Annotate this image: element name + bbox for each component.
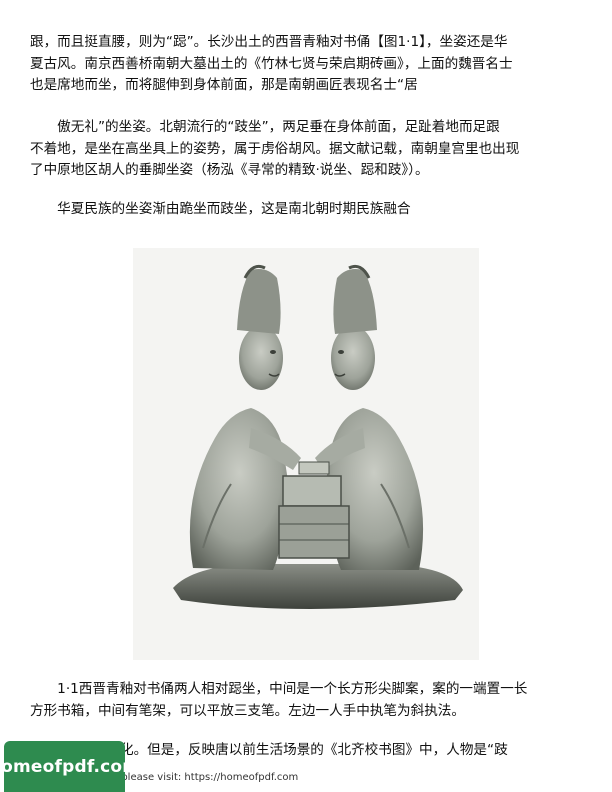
text-line: 华夏民族的坐姿渐由跪坐而跂坐，这是南北朝时期民族融合 bbox=[30, 201, 411, 217]
paragraph-2: 傲无礼”的坐姿。北朝流行的“跂坐”，两足垂在身体前面，足趾着地而足跟 不着地，是… bbox=[30, 117, 582, 182]
text-line: 了中原地区胡人的垂脚坐姿（杨泓《寻常的精致·说坐、跽和跂》）。 bbox=[30, 162, 429, 178]
brand-badge[interactable]: homeofpdf.com bbox=[0, 741, 140, 792]
text-line: 夏古风。南京西善桥南朝大墓出土的《竹林七贤与荣启期砖画》，上面的魏晋名士 bbox=[30, 55, 513, 72]
text-line: 不着地，是坐在高坐具上的姿势，属于虏俗胡风。据文献记载，南朝皇宫里也出现 bbox=[30, 140, 520, 157]
brand-badge-label: homeofpdf.com bbox=[0, 756, 141, 777]
text-line: 也是席地而坐，而将腿伸到身体前面，那是南朝画匠表现名士“居 bbox=[30, 77, 418, 93]
text-line: 傲无礼”的坐姿。北朝流行的“跂坐”，两足垂在身体前面，足趾着地而足跟 bbox=[30, 119, 500, 135]
text-line: 跟，而且挺直腰，则为“跽”。长沙出土的西晋青釉对书俑【图1·1】，坐姿还是华 bbox=[30, 34, 508, 50]
text-line: 方形书箱，中间有笔架，可以平放三支笔。左边一人手中执笔为斜执法。 bbox=[30, 702, 465, 719]
paragraph-1: 跟，而且挺直腰，则为“跽”。长沙出土的西晋青釉对书俑【图1·1】，坐姿还是华 夏… bbox=[30, 32, 582, 97]
paragraph-5: 化。但是，反映唐以前生活场景的《北齐校书图》中，人物是“跂 bbox=[120, 740, 582, 762]
ceramic-figurines-illustration bbox=[173, 264, 463, 609]
text-line: 化。但是，反映唐以前生活场景的《北齐校书图》中，人物是“跂 bbox=[120, 742, 508, 758]
figure-caption: 1·1西晋青釉对书俑两人相对跽坐，中间是一个长方形尖脚案，案的一端置一长 方形书… bbox=[30, 679, 582, 722]
text-line: 1·1西晋青釉对书俑两人相对跽坐，中间是一个长方形尖脚案，案的一端置一长 bbox=[30, 681, 528, 697]
figure-figurine-photo bbox=[133, 248, 479, 660]
paragraph-3: 华夏民族的坐姿渐由跪坐而跂坐，这是南北朝时期民族融合 bbox=[30, 199, 582, 221]
